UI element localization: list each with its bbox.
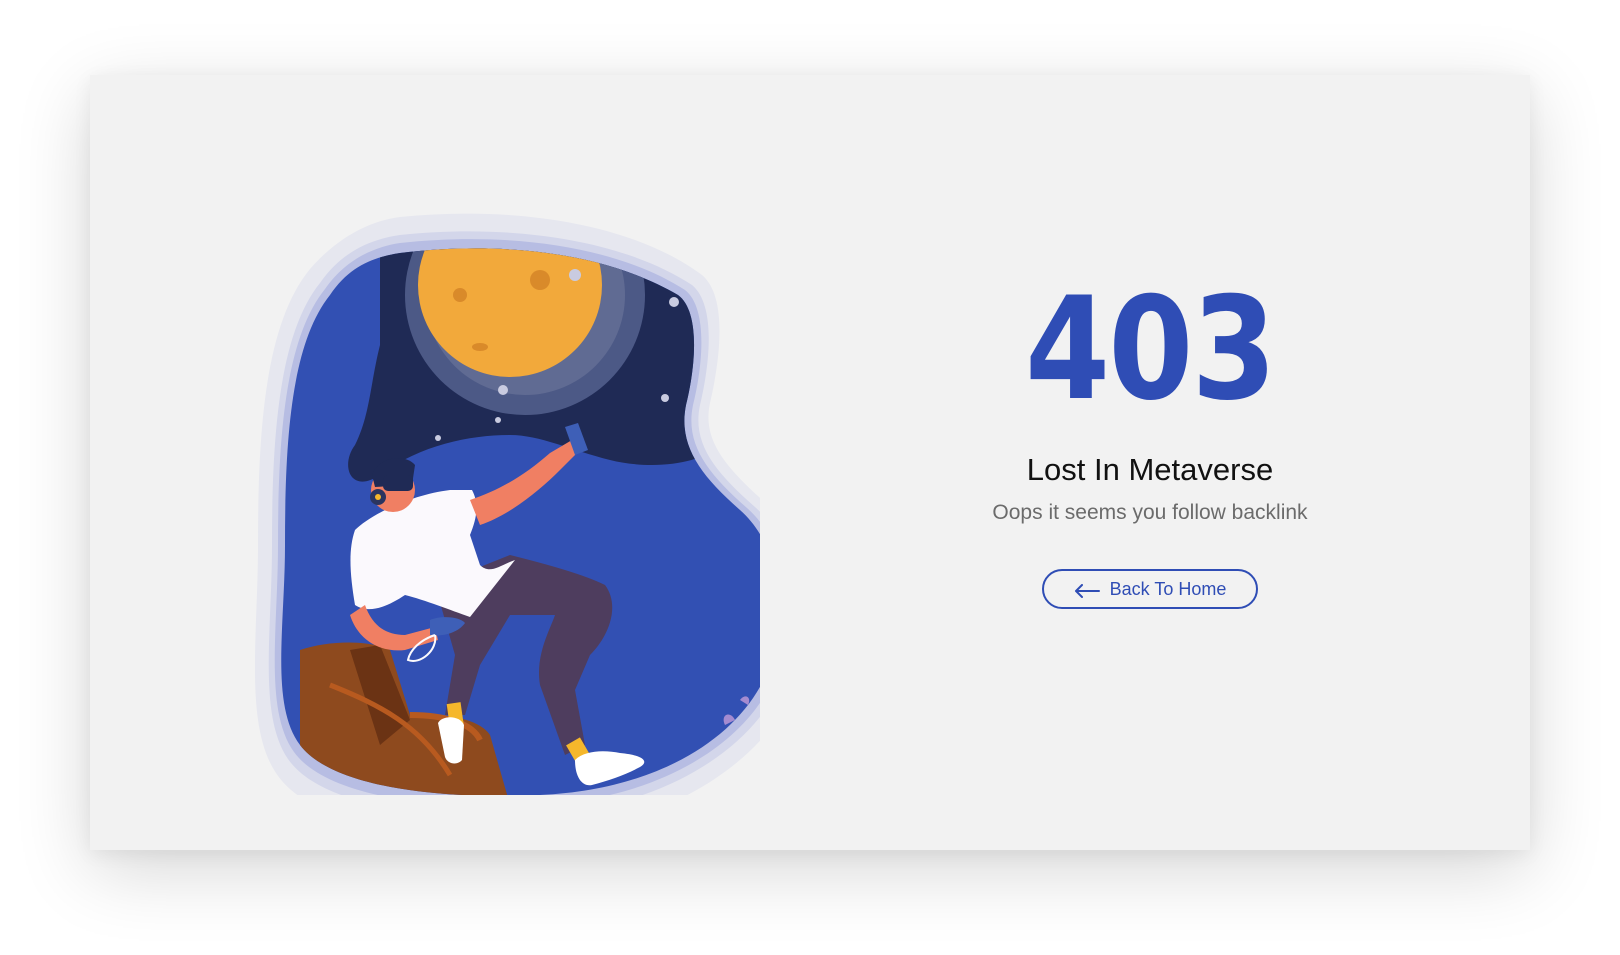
back-to-home-button[interactable]: Back To Home [1042,569,1258,609]
error-card: 403 Lost In Metaverse Oops it seems you … [90,75,1530,850]
error-content: 403 Lost In Metaverse Oops it seems you … [930,275,1370,609]
error-title: Lost In Metaverse [1026,452,1274,487]
arrow-left-icon [1074,582,1100,598]
error-code: 403 [1025,267,1276,432]
back-to-home-label: Back To Home [1109,578,1227,599]
error-message: Oops it seems you follow backlink [992,501,1308,524]
vr-person-illustration [254,213,760,795]
metaverse-illustration [180,145,760,795]
